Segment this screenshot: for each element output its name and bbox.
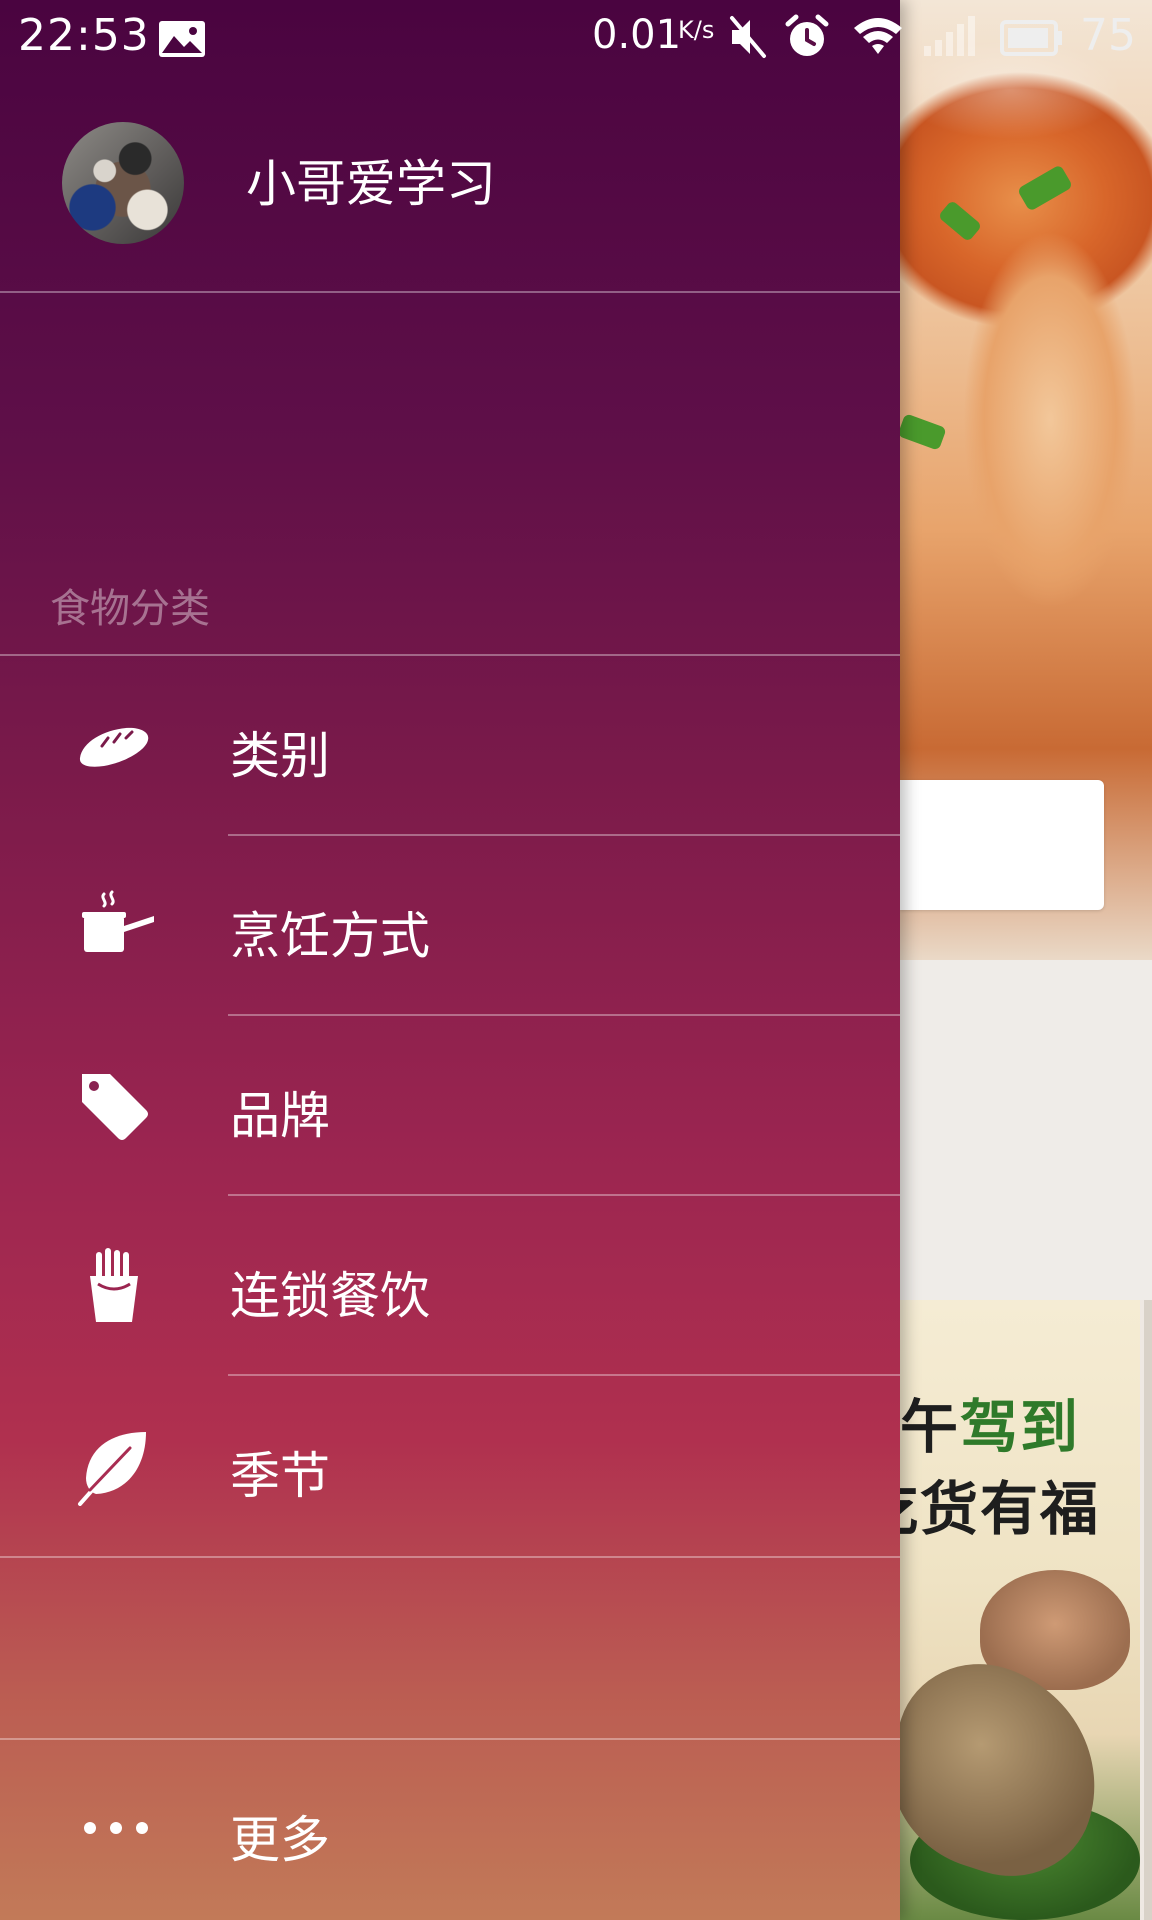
alarm-icon (785, 14, 829, 56)
menu-item-brand[interactable]: 品牌 (0, 1016, 900, 1196)
network-speed: 0.01 (592, 12, 682, 58)
more-button[interactable]: 更多 (0, 1740, 900, 1920)
background-content: 端午驾到 吃货有福 (900, 0, 1152, 1920)
username: 小哥爱学习 (246, 155, 496, 213)
avatar[interactable] (62, 122, 184, 244)
more-label: 更多 (230, 1811, 330, 1869)
signal-icon (924, 16, 975, 56)
menu-item-category[interactable]: 类别 (0, 656, 900, 836)
navigation-drawer[interactable]: 小哥爱学习 食物分类 类别 烹饪方式 品牌 连锁餐饮 季节 更多 (0, 0, 900, 1920)
drawer-menu: 类别 烹饪方式 品牌 连锁餐饮 季节 (0, 656, 900, 1556)
drawer-header[interactable]: 小哥爱学习 (0, 76, 900, 293)
more-dots-icon (84, 1822, 148, 1834)
mute-icon (730, 16, 766, 58)
bread-icon (79, 727, 149, 767)
section-title-food-category: 食物分类 (50, 586, 210, 632)
leaf-icon (78, 1432, 146, 1506)
menu-item-chain-restaurant[interactable]: 连锁餐饮 (0, 1196, 900, 1376)
menu-end-divider (0, 1556, 900, 1558)
cooking-pot-icon (82, 890, 154, 952)
poster-line2: 吃货有福 (900, 1475, 1101, 1543)
network-speed-unit: K/s (678, 16, 715, 44)
status-time: 22:53 (18, 10, 150, 61)
tag-icon (82, 1074, 148, 1140)
menu-item-cooking-method[interactable]: 烹饪方式 (0, 836, 900, 1016)
menu-item-label: 季节 (230, 1447, 330, 1505)
menu-item-season[interactable]: 季节 (0, 1376, 900, 1556)
image-icon (159, 21, 205, 57)
battery-icon (1000, 20, 1062, 56)
battery-percent: 75 (1080, 10, 1136, 61)
menu-item-label: 品牌 (230, 1087, 330, 1145)
status-bar: 22:53 0.01 K/s 75 (0, 0, 1152, 76)
menu-item-label: 类别 (230, 727, 330, 785)
fries-icon (90, 1248, 138, 1322)
search-card[interactable] (900, 780, 1104, 910)
content-divider-band (900, 960, 1152, 1300)
wifi-icon (854, 18, 902, 54)
menu-item-label: 连锁餐饮 (230, 1267, 430, 1325)
menu-item-label: 烹饪方式 (230, 907, 430, 965)
poster-line1: 端午驾到 (900, 1393, 1081, 1461)
poster-edge (1144, 1300, 1152, 1920)
